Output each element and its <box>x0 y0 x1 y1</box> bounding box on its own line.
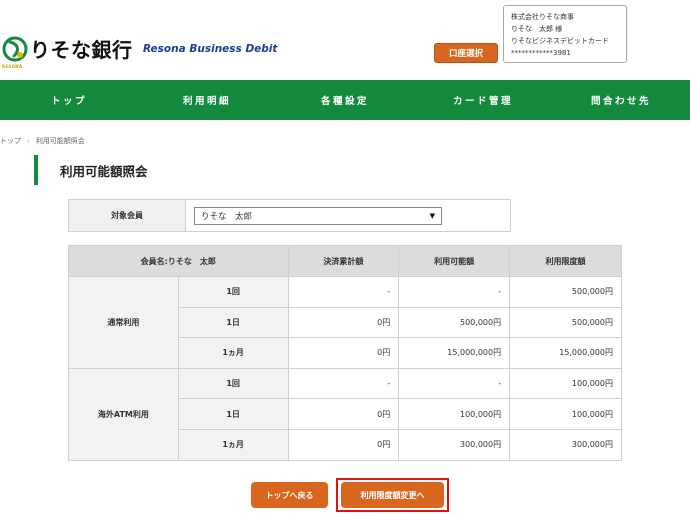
member-filter-row: 対象会員 りそな 太郎 ▼ <box>68 199 511 232</box>
nav-top[interactable]: トップ <box>0 80 138 120</box>
limit-value: 100,000円 <box>509 398 622 430</box>
back-to-top-button[interactable]: トップへ戻る <box>251 482 328 508</box>
period-label: 1ヵ月 <box>177 337 289 369</box>
limit-value: 15,000,000円 <box>509 337 622 369</box>
settled-value: 0円 <box>287 306 400 339</box>
available-value: 300,000円 <box>398 428 511 461</box>
nav-settings[interactable]: 各種設定 <box>276 80 414 120</box>
available-value: 100,000円 <box>398 398 511 430</box>
breadcrumb-home[interactable]: トップ <box>0 136 21 146</box>
account-select-button[interactable]: 口座選択 <box>434 43 498 63</box>
group-label: 通常利用 <box>68 276 179 369</box>
available-value: - <box>398 276 511 308</box>
user-name: りそな 太郎 様 <box>511 25 563 33</box>
period-label: 1回 <box>177 276 289 308</box>
available-value: 15,000,000円 <box>398 337 511 369</box>
header: RESONA りそな銀行 Resona Business Debit 口座選択 … <box>0 0 690 80</box>
product-name: Resona Business Debit <box>143 43 278 55</box>
limits-header-row: 会員名:りそな 太郎 決済累計額 利用可能額 利用限度額 <box>68 245 622 277</box>
resona-logo-icon: RESONA <box>2 36 28 69</box>
page-title-bar: 利用可能額照会 <box>34 155 148 185</box>
settled-value: - <box>287 367 400 400</box>
bank-name: りそな銀行 <box>30 38 133 62</box>
header-member-name: 会員名:りそな 太郎 <box>68 245 289 277</box>
logo-subtext: RESONA <box>2 63 23 69</box>
limit-value: 100,000円 <box>509 367 622 400</box>
period-label: 1日 <box>177 306 289 339</box>
group-label: 海外ATM利用 <box>68 367 179 461</box>
settled-value: - <box>287 276 400 308</box>
card-number: ************3981 <box>511 49 571 57</box>
limit-value: 500,000円 <box>509 306 622 339</box>
header-settled: 決済累計額 <box>287 245 400 277</box>
settled-value: 0円 <box>287 428 400 461</box>
period-label: 1回 <box>177 367 289 400</box>
member-filter-label: 対象会員 <box>68 199 186 232</box>
header-limit: 利用限度額 <box>509 245 622 277</box>
settled-value: 0円 <box>287 337 400 369</box>
period-label: 1日 <box>177 398 289 430</box>
period-label: 1ヵ月 <box>177 428 289 461</box>
nav-statements[interactable]: 利用明細 <box>138 80 276 120</box>
change-limit-button[interactable]: 利用限度額変更へ <box>341 482 444 508</box>
limit-value: 500,000円 <box>509 276 622 308</box>
table-row: 通常利用 1回 - - 500,000円 <box>68 276 622 369</box>
available-value: 500,000円 <box>398 306 511 339</box>
breadcrumb: トップ › 利用可能額照会 <box>0 136 85 146</box>
dropdown-arrow-icon: ▼ <box>429 211 435 220</box>
member-filter-cell: りそな 太郎 ▼ <box>185 199 511 232</box>
company-name: 株式会社りそな商事 <box>511 13 574 21</box>
breadcrumb-current: 利用可能額照会 <box>35 137 85 145</box>
settled-value: 0円 <box>287 398 400 430</box>
member-filter-table: 対象会員 りそな 太郎 ▼ <box>68 199 511 232</box>
main-nav: トップ 利用明細 各種設定 カード管理 問合わせ先 <box>0 80 690 120</box>
page-title: 利用可能額照会 <box>60 163 148 179</box>
bank-logo[interactable]: RESONA りそな銀行 <box>2 34 133 69</box>
member-select[interactable]: りそな 太郎 ▼ <box>194 206 442 225</box>
header-available: 利用可能額 <box>398 245 511 277</box>
user-info-box: 株式会社りそな商事 りそな 太郎 様 りそなビジネスデビットカード ******… <box>503 5 627 63</box>
member-select-value: りそな 太郎 <box>201 211 253 222</box>
card-name: りそなビジネスデビットカード <box>511 37 609 45</box>
nav-card-management[interactable]: カード管理 <box>414 80 552 120</box>
limit-value: 300,000円 <box>509 428 622 461</box>
limits-table: 会員名:りそな 太郎 決済累計額 利用可能額 利用限度額 通常利用 1回 - -… <box>68 245 622 461</box>
table-row: 海外ATM利用 1回 - - 100,000円 <box>68 367 622 461</box>
nav-contact[interactable]: 問合わせ先 <box>552 80 690 120</box>
available-value: - <box>398 367 511 400</box>
breadcrumb-separator: › <box>27 137 30 145</box>
